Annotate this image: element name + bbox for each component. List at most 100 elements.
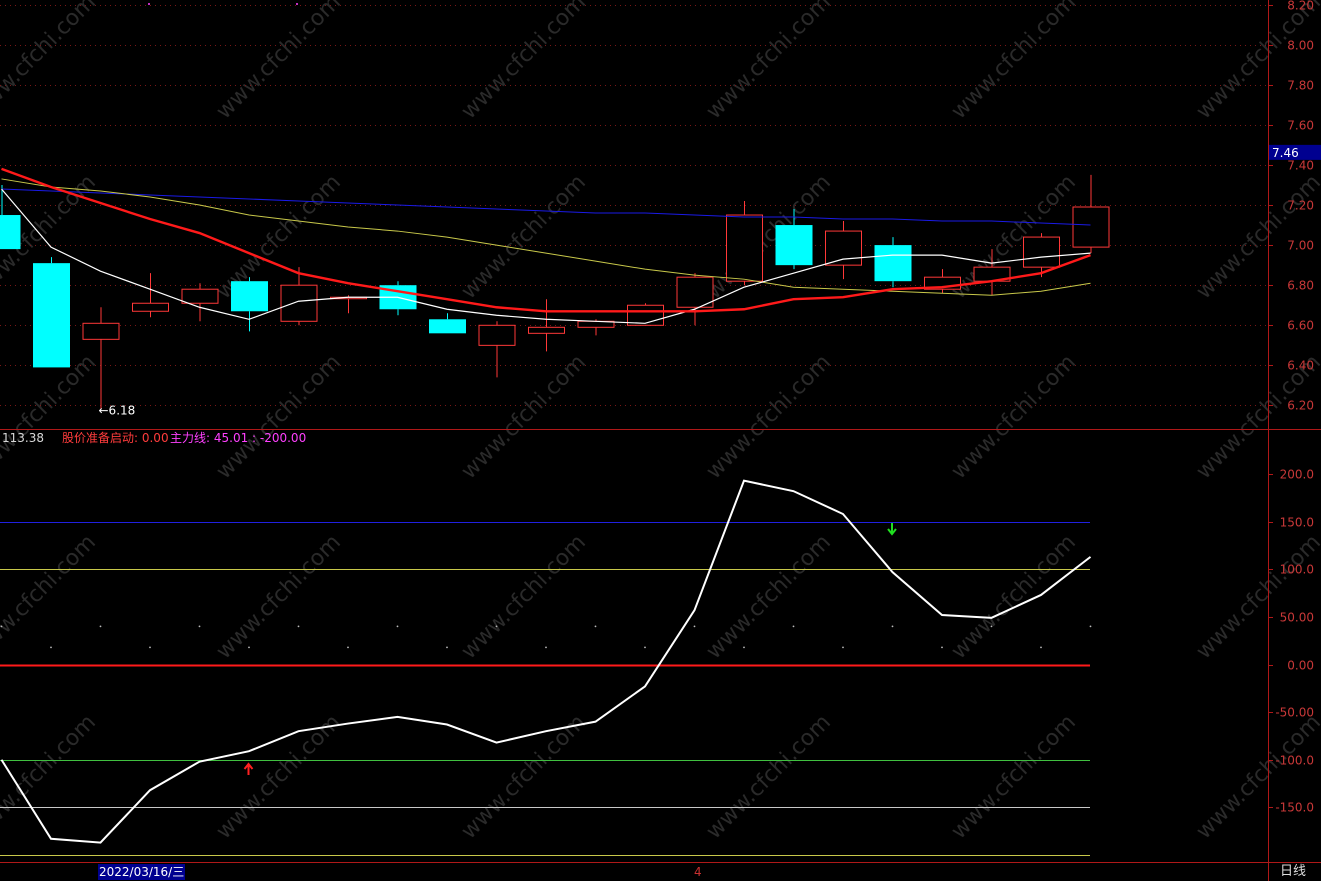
watermark: www.cfchi.com bbox=[212, 710, 346, 844]
watermark: www.cfchi.com bbox=[212, 0, 346, 124]
indicator-dot bbox=[446, 646, 448, 649]
price-tick-label: 7.40 bbox=[1287, 159, 1314, 173]
indicator-dot bbox=[396, 625, 399, 628]
watermark: www.cfchi.com bbox=[212, 350, 346, 484]
indicator-dot bbox=[842, 646, 844, 649]
indicator-dot bbox=[198, 625, 201, 628]
candle-body bbox=[429, 319, 466, 334]
candle-up bbox=[132, 273, 169, 318]
indicator-dot bbox=[1089, 625, 1092, 628]
watermark: www.cfchi.com bbox=[947, 530, 1081, 664]
price-tick-label: 6.80 bbox=[1287, 279, 1314, 293]
candle-body bbox=[676, 276, 714, 308]
buy-signal-arrow bbox=[243, 762, 254, 775]
price-tick-label: 8.20 bbox=[1287, 0, 1314, 13]
watermark: www.cfchi.com bbox=[457, 530, 591, 664]
candle-body bbox=[1072, 206, 1110, 248]
candle-body bbox=[726, 214, 763, 282]
watermark: www.cfchi.com bbox=[702, 350, 836, 484]
watermark: www.cfchi.com bbox=[0, 530, 101, 664]
indicator-tick-label: -150.0 bbox=[1275, 801, 1314, 815]
indicator-dot bbox=[644, 646, 646, 649]
ma-mid-line bbox=[1, 167, 1091, 313]
indicator-dot bbox=[248, 646, 250, 649]
candle-down bbox=[379, 281, 417, 316]
indicator-main-line bbox=[0, 479, 1092, 844]
candle-body bbox=[82, 322, 120, 340]
indicator-dot bbox=[941, 646, 943, 649]
candle-down bbox=[874, 237, 912, 288]
candle-body bbox=[874, 245, 912, 282]
current-price-label: 7.46 bbox=[1272, 146, 1299, 160]
candle-body bbox=[775, 225, 813, 266]
candle-body bbox=[1023, 236, 1060, 268]
indicator-dot bbox=[99, 625, 102, 628]
indicator-dot bbox=[297, 625, 300, 628]
price-tick-label: 6.60 bbox=[1287, 319, 1314, 333]
watermark: www.cfchi.com bbox=[457, 710, 591, 844]
candle-up bbox=[825, 221, 862, 280]
watermark: www.cfchi.com bbox=[702, 530, 836, 664]
indicator-label-start: 股价准备启动: 0.00 bbox=[62, 431, 169, 445]
indicator-label-main: 主力线: 45.01 : -200.00 bbox=[170, 431, 307, 445]
candle-down bbox=[429, 313, 466, 334]
watermark: www.cfchi.com bbox=[947, 350, 1081, 484]
watermark: www.cfchi.com bbox=[702, 0, 836, 124]
indicator-dot bbox=[495, 625, 498, 628]
indicator-dot bbox=[743, 646, 745, 649]
candle-down bbox=[231, 277, 268, 332]
candle-up bbox=[726, 200, 763, 286]
indicator-tick-label: -100.0 bbox=[1275, 754, 1314, 768]
indicator-dot bbox=[347, 646, 349, 649]
price-tick-label: 7.60 bbox=[1287, 119, 1314, 133]
candle-up bbox=[478, 321, 516, 378]
watermark: www.cfchi.com bbox=[947, 0, 1081, 124]
watermark: www.cfchi.com bbox=[0, 350, 101, 484]
indicator-dot bbox=[149, 646, 151, 649]
candle-up bbox=[924, 269, 961, 294]
candle-down bbox=[33, 257, 70, 368]
date-text: 2022/03/16/ bbox=[99, 865, 173, 879]
indicator-dot bbox=[50, 646, 52, 649]
indicator-tick-label: 50.00 bbox=[1280, 611, 1314, 625]
sell-signal-arrow bbox=[887, 523, 897, 536]
time-axis-tick: 4 bbox=[694, 865, 702, 879]
price-tick-label: 8.00 bbox=[1287, 39, 1314, 53]
candle-up bbox=[627, 303, 664, 326]
indicator-tick-label: -50.00 bbox=[1275, 706, 1314, 720]
candle-up bbox=[676, 273, 714, 326]
price-tick-label: 6.20 bbox=[1287, 399, 1314, 413]
watermark: www.cfchi.com bbox=[1192, 710, 1321, 844]
watermark-layer: www.cfchi.com www.cfchi.com www.cfchi.com w… bbox=[0, 0, 1321, 844]
indicator-value: 113.38 bbox=[2, 431, 44, 445]
price-tick-label: 7.80 bbox=[1287, 79, 1314, 93]
indicator-tick-label: 200.0 bbox=[1280, 468, 1314, 482]
candle-body bbox=[181, 288, 219, 304]
price-tick-label: 6.40 bbox=[1287, 359, 1314, 373]
candle-down bbox=[0, 184, 21, 250]
watermark: www.cfchi.com bbox=[0, 0, 101, 124]
price-tick-label: 7.20 bbox=[1287, 199, 1314, 213]
candle-body bbox=[231, 281, 268, 312]
indicator-dot bbox=[594, 625, 597, 628]
indicator-tick-label: 0.00 bbox=[1287, 659, 1314, 673]
indicator-dot bbox=[1040, 646, 1042, 649]
candle-body bbox=[528, 326, 565, 334]
indicator-tick-label: 100.0 bbox=[1280, 563, 1314, 577]
period-selector[interactable]: 日线 bbox=[1280, 863, 1306, 881]
candle-up bbox=[528, 299, 565, 352]
marker-dot bbox=[296, 3, 298, 5]
date-weekday: 三 bbox=[172, 865, 185, 879]
candle-up bbox=[1023, 233, 1060, 278]
low-price-marker: ←6.18 bbox=[99, 404, 136, 418]
candle-body bbox=[825, 230, 862, 266]
watermark: www.cfchi.com bbox=[457, 350, 591, 484]
watermark: www.cfchi.com bbox=[457, 0, 591, 124]
indicator-dot bbox=[693, 625, 696, 628]
watermark: www.cfchi.com bbox=[1192, 0, 1321, 124]
watermark: www.cfchi.com bbox=[1192, 530, 1321, 664]
candle-body bbox=[478, 324, 516, 346]
watermark: www.cfchi.com bbox=[702, 170, 836, 304]
indicator-dot bbox=[891, 625, 894, 628]
candle-body bbox=[132, 302, 169, 312]
